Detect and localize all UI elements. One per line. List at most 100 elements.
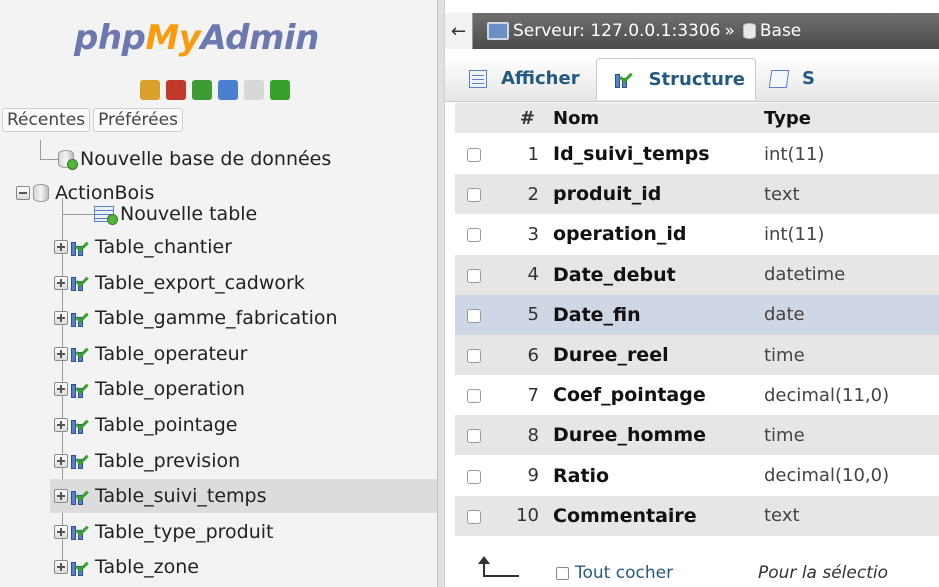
column-name: operation_id	[553, 223, 687, 246]
column-name: produit_id	[553, 183, 662, 206]
row-number: 9	[527, 465, 539, 487]
row-number: 8	[527, 424, 539, 446]
breadcrumb: ← Serveur: 127.0.0.1:3306 » Base	[445, 13, 939, 49]
check-all-checkbox[interactable]	[556, 566, 569, 580]
browse-icon	[469, 69, 487, 88]
sidebar-item-table[interactable]: Table_suivi_temps	[50, 479, 437, 514]
table-row[interactable]: 1 Id_suivi_temps int(11)	[455, 134, 939, 174]
table-row[interactable]: 8 Duree_homme time	[455, 415, 939, 456]
expand-icon[interactable]	[54, 560, 68, 575]
table-structure-icon[interactable]	[71, 487, 89, 505]
row-checkbox[interactable]	[467, 188, 481, 203]
expand-icon[interactable]	[54, 346, 68, 361]
expand-icon[interactable]	[54, 489, 68, 504]
row-number: 10	[516, 505, 539, 527]
expand-icon[interactable]	[54, 453, 68, 468]
table-row[interactable]: 5 Date_fin date	[455, 294, 939, 335]
sidebar-item-table[interactable]: Table_prevision	[54, 444, 240, 478]
table-structure-icon[interactable]	[71, 238, 89, 256]
row-checkbox[interactable]	[467, 148, 481, 162]
table-structure-icon[interactable]	[71, 309, 89, 327]
sidebar-item-table[interactable]: Table_chantier	[54, 230, 232, 264]
tab-sql[interactable]: S	[756, 58, 825, 100]
check-all-button[interactable]: Tout cocher	[556, 563, 673, 583]
table-structure-icon[interactable]	[71, 558, 89, 576]
sidebar-item-label: Table_operateur	[95, 342, 248, 365]
sidebar-item-table[interactable]: Table_export_cadwork	[54, 266, 305, 300]
new-table-label: Nouvelle table	[120, 203, 258, 225]
column-name: Duree_reel	[553, 344, 669, 366]
collapse-icon[interactable]	[16, 186, 30, 200]
row-checkbox[interactable]	[467, 349, 481, 363]
new-database-link[interactable]: Nouvelle base de données	[58, 142, 331, 176]
tab-browse-label: Afficher	[501, 68, 580, 89]
table-row[interactable]: 2 produit_id text	[455, 174, 939, 215]
table-row[interactable]: 9 Ratio decimal(10,0)	[455, 455, 939, 496]
sidebar-item-label: Table_zone	[95, 556, 199, 579]
row-number: 5	[527, 304, 539, 326]
sql-icon	[768, 69, 790, 88]
row-checkbox[interactable]	[467, 509, 481, 524]
expand-icon[interactable]	[54, 311, 68, 326]
breadcrumb-database[interactable]: Base	[760, 21, 801, 41]
navigation-panel: phpMyAdmin Récentes Préférées Nouvelle b…	[0, 0, 437, 587]
row-checkbox[interactable]	[467, 389, 481, 404]
column-type: time	[764, 344, 805, 366]
column-type: text	[764, 183, 800, 205]
column-type: decimal(10,0)	[764, 465, 890, 487]
table-structure-icon[interactable]	[71, 345, 89, 363]
arrow-up-icon	[475, 556, 519, 580]
sidebar-item-table[interactable]: Table_pointage	[54, 408, 237, 442]
table-structure-icon[interactable]	[71, 380, 89, 398]
expand-icon[interactable]	[54, 524, 68, 539]
sidebar-item-table[interactable]: Table_zone	[54, 550, 199, 584]
sidebar-item-label: Table_suivi_temps	[95, 485, 267, 508]
column-type: time	[764, 424, 805, 446]
table-structure-icon[interactable]	[71, 416, 89, 434]
row-checkbox[interactable]	[467, 429, 481, 444]
new-table-icon	[94, 206, 118, 225]
row-checkbox[interactable]	[467, 228, 481, 243]
table-row[interactable]: 4 Date_debut datetime	[455, 254, 939, 295]
table-structure-icon[interactable]	[71, 523, 89, 541]
database-tree: Nouvelle base de données ActionBois Nouv…	[0, 0, 437, 587]
sidebar-item-label: Table_operation	[95, 378, 245, 401]
table-structure-icon[interactable]	[71, 273, 89, 292]
column-header-type[interactable]: Type	[764, 108, 811, 129]
row-checkbox[interactable]	[467, 469, 481, 484]
column-name: Date_fin	[553, 303, 641, 326]
column-header-name[interactable]: Nom	[553, 108, 599, 129]
sidebar-item-table[interactable]: Table_operation	[54, 372, 245, 406]
tab-browse[interactable]: Afficher	[445, 58, 590, 100]
database-icon	[742, 23, 756, 39]
tree-connector	[40, 159, 58, 160]
sidebar-item-table[interactable]: Table_gamme_fabrication	[54, 301, 338, 335]
sidebar-item-label: Table_type_produit	[95, 520, 274, 543]
nav-resize-handle[interactable]	[437, 0, 445, 587]
table-row[interactable]: 7 Coef_pointage decimal(11,0)	[455, 375, 939, 416]
new-table-link[interactable]: Nouvelle table	[94, 197, 257, 231]
collapse-nav-button[interactable]: ←	[445, 13, 473, 49]
table-header: # Nom Type	[455, 103, 939, 133]
sidebar-item-table[interactable]: Table_operateur	[54, 337, 247, 371]
database-icon	[33, 184, 49, 202]
row-number: 3	[527, 223, 539, 245]
breadcrumb-server[interactable]: Serveur: 127.0.0.1:3306	[513, 21, 720, 41]
column-type: datetime	[764, 264, 846, 286]
tab-structure[interactable]: Structure	[595, 57, 757, 100]
sidebar-item-label: Table_pointage	[95, 414, 238, 436]
table-row[interactable]: 10 Commentaire text	[455, 495, 939, 536]
row-checkbox[interactable]	[467, 308, 481, 323]
expand-icon[interactable]	[54, 418, 68, 432]
table-row[interactable]: 3 operation_id int(11)	[455, 214, 939, 255]
column-type: int(11)	[764, 143, 825, 165]
sidebar-item-table[interactable]: Table_type_produit	[54, 515, 274, 549]
expand-icon[interactable]	[54, 275, 68, 290]
table-structure-icon[interactable]	[71, 451, 89, 470]
row-checkbox[interactable]	[467, 268, 481, 283]
expand-icon[interactable]	[54, 382, 68, 397]
expand-icon[interactable]	[54, 240, 68, 254]
table-row[interactable]: 6 Duree_reel time	[455, 335, 939, 375]
new-database-label: Nouvelle base de données	[80, 148, 332, 170]
new-database-icon	[58, 150, 78, 170]
